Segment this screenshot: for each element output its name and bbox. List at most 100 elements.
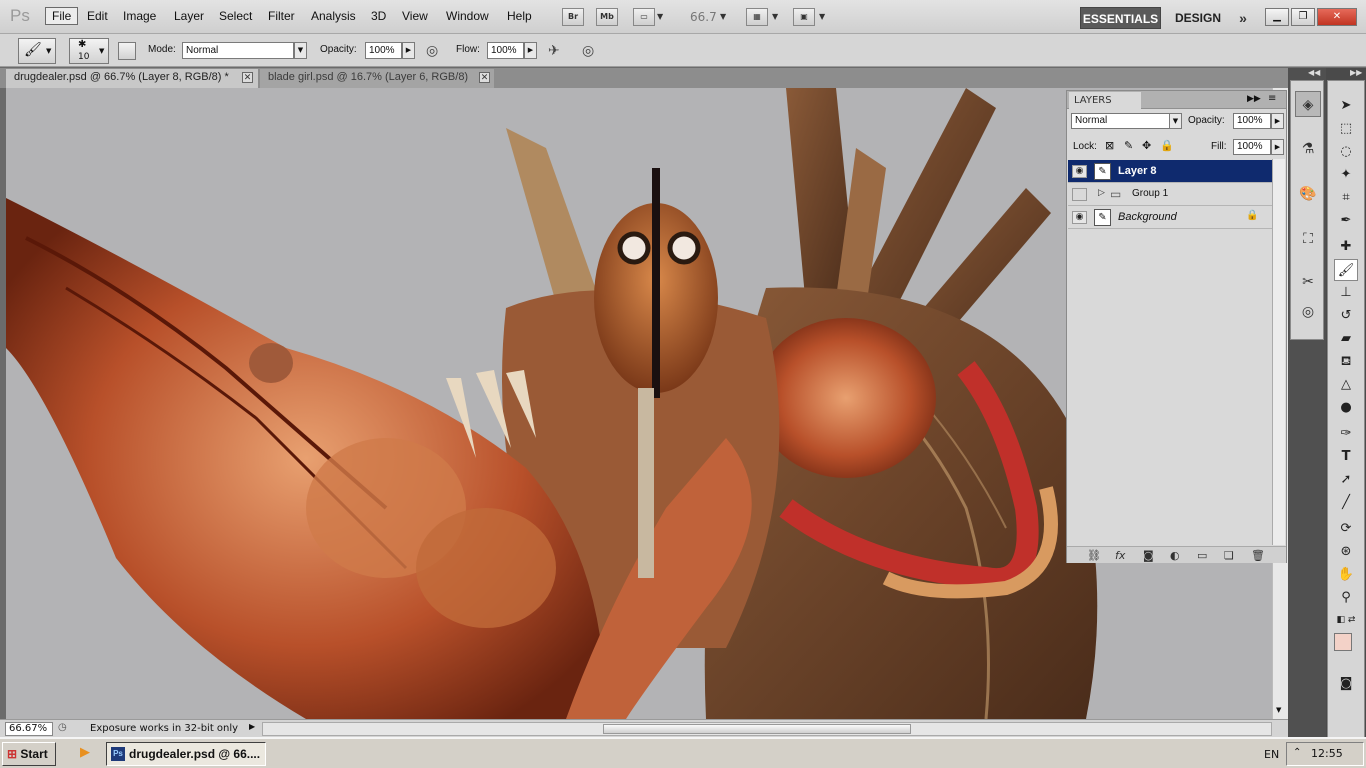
eye-hidden-icon[interactable] <box>1072 188 1087 201</box>
dodge-tool-icon[interactable]: ● <box>1334 397 1358 419</box>
expand-dock-icon[interactable]: ◀◀ <box>1308 68 1320 77</box>
menu-window[interactable]: Window <box>446 9 489 23</box>
collapse-panel-icon[interactable]: ▶▶ <box>1247 94 1261 104</box>
menu-help[interactable]: Help <box>507 9 532 23</box>
fill-input[interactable]: 100% <box>1233 139 1271 155</box>
clone-source-icon[interactable]: ◎ <box>1295 299 1321 325</box>
restore-button[interactable]: ❐ <box>1291 8 1315 26</box>
lock-transparent-icon[interactable]: ⊠ <box>1105 139 1114 152</box>
menu-view[interactable]: View <box>402 9 428 23</box>
tab-blade-girl[interactable]: blade girl.psd @ 16.7% (Layer 6, RGB/8) … <box>260 69 494 88</box>
chevron-right-icon[interactable]: ▶ <box>402 42 415 59</box>
zoom-tool-icon[interactable]: ⚲ <box>1334 587 1358 609</box>
paint-bucket-tool-icon[interactable]: ⛾ <box>1334 351 1358 373</box>
chevron-down-icon[interactable]: ▼ <box>720 12 726 21</box>
chevron-down-icon[interactable]: ▼ <box>1169 113 1182 129</box>
lasso-tool-icon[interactable]: ◌ <box>1334 141 1358 163</box>
close-button[interactable]: ✕ <box>1317 8 1357 26</box>
tray-expand-icon[interactable]: ⌃ <box>1293 747 1301 758</box>
chevron-down-icon[interactable]: ▼ <box>657 12 663 21</box>
layers-scrollbar[interactable] <box>1272 159 1285 545</box>
trash-icon[interactable]: 🗑 <box>1251 549 1265 562</box>
pen-tool-icon[interactable]: ✑ <box>1334 423 1358 445</box>
workspace-design-button[interactable]: DESIGN <box>1170 7 1226 29</box>
menu-layer[interactable]: Layer <box>174 9 204 23</box>
chevron-right-icon[interactable]: ▶ <box>1271 113 1284 129</box>
close-icon[interactable]: ✕ <box>242 72 253 83</box>
type-tool-icon[interactable]: T <box>1334 446 1358 468</box>
new-group-icon[interactable]: ▭ <box>1197 549 1207 562</box>
layers-tab[interactable]: LAYERS <box>1069 92 1141 109</box>
extras-button[interactable]: ▭ <box>633 8 655 26</box>
language-indicator[interactable]: EN <box>1264 748 1279 761</box>
minibridge-button[interactable]: Mb <box>596 8 618 26</box>
taskbar-photoshop-button[interactable]: Ps drugdealer.psd @ 66.... <box>106 742 266 766</box>
close-icon[interactable]: ✕ <box>479 72 490 83</box>
expand-group-icon[interactable]: ▷ <box>1098 188 1105 198</box>
eye-icon[interactable]: ◉ <box>1072 211 1087 224</box>
crop-tool-icon[interactable]: ⌗ <box>1334 187 1358 209</box>
opacity-input[interactable]: 100% <box>365 42 402 59</box>
status-info-icon[interactable]: ◷ <box>58 722 67 733</box>
chevron-down-icon[interactable]: ▼ <box>1276 706 1281 714</box>
scrollbar-thumb[interactable] <box>603 724 911 734</box>
clone-stamp-tool-icon[interactable]: ⊥ <box>1334 282 1358 304</box>
brush-preset-picker[interactable]: ✱ 10 ▼ <box>69 38 109 64</box>
chevron-right-icon[interactable]: ▶ <box>1271 139 1284 155</box>
marquee-tool-icon[interactable]: ⬚ <box>1334 118 1358 140</box>
menu-filter[interactable]: Filter <box>268 9 295 23</box>
blur-tool-icon[interactable]: △ <box>1334 374 1358 396</box>
eyedropper-tool-icon[interactable]: ✒ <box>1334 210 1358 232</box>
3d-orbit-tool-icon[interactable]: ⊛ <box>1334 541 1358 563</box>
layer-row-layer-8[interactable]: ◉ ✎ Layer 8 <box>1068 160 1272 183</box>
menu-select[interactable]: Select <box>219 9 252 23</box>
move-tool-icon[interactable]: ➤ <box>1334 95 1358 117</box>
mode-select[interactable]: Normal <box>182 42 294 59</box>
chevron-down-icon[interactable]: ▼ <box>772 12 778 21</box>
media-player-icon[interactable]: ▶ <box>80 745 90 760</box>
menu-3d[interactable]: 3D <box>371 9 386 23</box>
arrange-documents-button[interactable]: ▦ <box>746 8 768 26</box>
menu-image[interactable]: Image <box>123 9 156 23</box>
fx-icon[interactable]: fx <box>1115 549 1125 562</box>
3d-rotate-tool-icon[interactable]: ⟳ <box>1334 518 1358 540</box>
path-selection-tool-icon[interactable]: ➚ <box>1334 469 1358 491</box>
airbrush-icon[interactable]: ✈ <box>548 43 560 59</box>
line-tool-icon[interactable]: ╱ <box>1334 492 1358 514</box>
default-colors-icon[interactable]: ◧ ⇄ <box>1334 609 1358 631</box>
panel-menu-icon[interactable]: ≡ <box>1268 93 1276 104</box>
lock-position-icon[interactable]: ✥ <box>1142 139 1151 152</box>
zoom-level[interactable]: 66.7 <box>690 10 717 24</box>
adjustment-layer-icon[interactable]: ◐ <box>1170 549 1180 562</box>
layer-opacity-input[interactable]: 100% <box>1233 113 1271 129</box>
menu-analysis[interactable]: Analysis <box>311 9 356 23</box>
menu-edit[interactable]: Edit <box>87 9 108 23</box>
chevron-down-icon[interactable]: ▼ <box>294 42 307 59</box>
menu-file[interactable]: File <box>45 7 79 25</box>
quick-mask-icon[interactable]: ◙ <box>1334 673 1358 695</box>
quick-select-tool-icon[interactable]: ✦ <box>1334 164 1358 186</box>
link-layers-icon[interactable]: ⛓ <box>1087 549 1101 562</box>
canvas-horizontal-scrollbar[interactable] <box>262 722 1272 736</box>
chevron-down-icon[interactable]: ▼ <box>819 12 825 21</box>
collapse-toolbar-icon[interactable]: ▶▶ <box>1350 68 1362 77</box>
status-zoom-input[interactable]: 66.67% <box>5 722 53 736</box>
tab-drugdealer[interactable]: drugdealer.psd @ 66.7% (Layer 8, RGB/8) … <box>6 69 258 88</box>
start-button[interactable]: ⊞ Start <box>2 742 56 766</box>
bridge-button[interactable]: Br <box>562 8 584 26</box>
lock-image-icon[interactable]: ✎ <box>1124 139 1133 152</box>
transform-icon[interactable]: ⛶ <box>1295 226 1321 252</box>
add-mask-icon[interactable]: ◙ <box>1143 549 1154 562</box>
screen-mode-button[interactable]: ▣ <box>793 8 815 26</box>
tools-icon[interactable]: ✂ <box>1295 269 1321 295</box>
tool-preset-picker[interactable]: 🖌 ▼ <box>18 38 56 64</box>
foreground-color-swatch[interactable] <box>1334 633 1352 651</box>
workspace-essentials-button[interactable]: ESSENTIALS <box>1080 7 1161 29</box>
adjustments-icon[interactable]: ⚗ <box>1295 136 1321 162</box>
chevron-right-icon[interactable]: ▶ <box>524 42 537 59</box>
layer-row-background[interactable]: ◉ ✎ Background 🔒 <box>1068 206 1272 229</box>
swatches-icon[interactable]: 🎨 <box>1295 181 1321 207</box>
hand-tool-icon[interactable]: ✋ <box>1334 564 1358 586</box>
blend-mode-select[interactable]: Normal <box>1071 113 1171 129</box>
healing-brush-tool-icon[interactable]: ✚ <box>1334 236 1358 258</box>
